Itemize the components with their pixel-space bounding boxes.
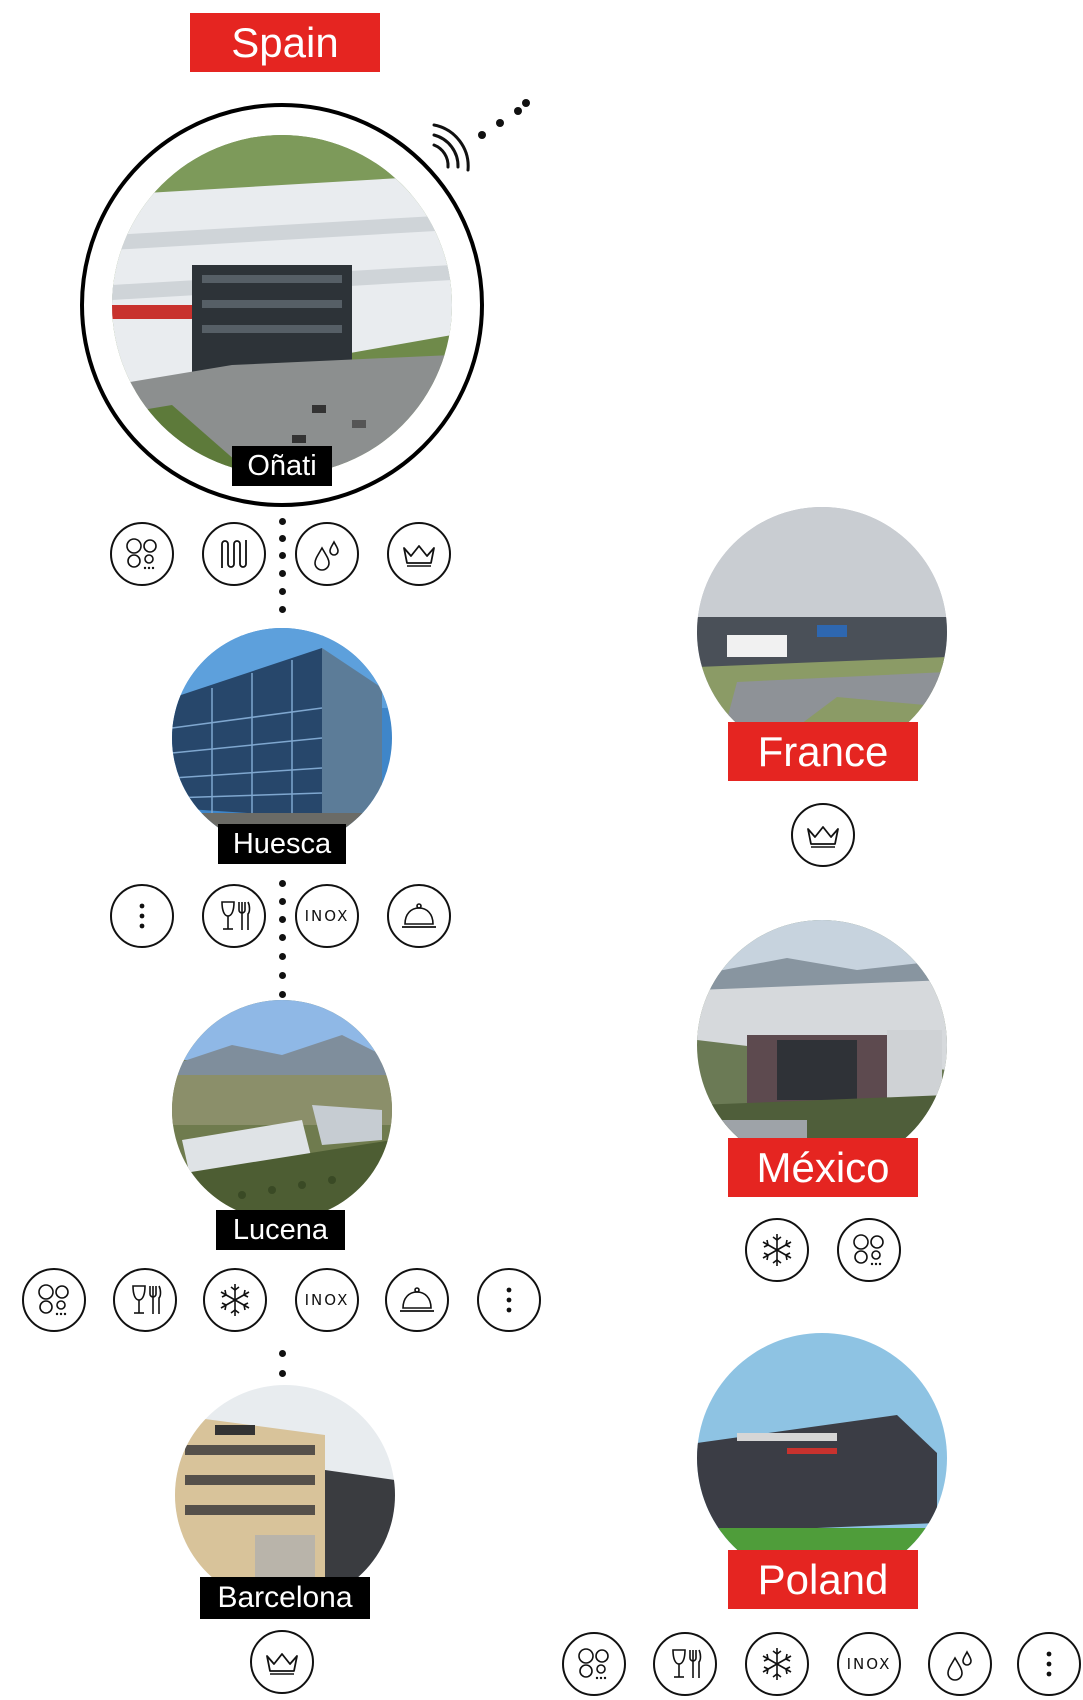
connector-dot — [279, 535, 286, 542]
crown-icon — [791, 803, 855, 867]
glass-cutlery-icon — [202, 884, 266, 948]
connector-dot — [279, 518, 286, 525]
onati-factory-photo — [112, 135, 452, 475]
snowflake-icon — [745, 1218, 809, 1282]
snowflake-icon — [203, 1268, 267, 1332]
inox-label: INOX — [304, 1291, 350, 1309]
crown-icon — [387, 522, 451, 586]
inox-icon: INOX — [837, 1632, 901, 1696]
city-label-lucena: Lucena — [216, 1210, 345, 1250]
connector-dot — [279, 606, 286, 613]
connector-dot — [279, 991, 286, 998]
water-drops-icon — [928, 1632, 992, 1696]
connector-dot — [279, 898, 286, 905]
crown-icon — [250, 1630, 314, 1694]
huesca-building-photo — [172, 628, 392, 848]
country-label-france: France — [728, 722, 918, 781]
cloche-icon — [385, 1268, 449, 1332]
connector-dot — [279, 570, 286, 577]
connector-dot — [279, 1350, 286, 1357]
country-label-spain: Spain — [190, 13, 380, 72]
connector-dot — [279, 934, 286, 941]
connector-dot — [279, 972, 286, 979]
connector-dot — [279, 1370, 286, 1377]
poland-factory-photo — [697, 1333, 947, 1583]
water-drops-icon — [295, 522, 359, 586]
glass-cutlery-icon — [113, 1268, 177, 1332]
more-options-icon[interactable] — [110, 884, 174, 948]
inox-icon: INOX — [295, 1268, 359, 1332]
heating-element-icon — [202, 522, 266, 586]
more-options-icon[interactable] — [1017, 1632, 1081, 1696]
cooking-rings-icon — [562, 1632, 626, 1696]
country-label-poland: Poland — [728, 1550, 918, 1609]
inox-icon: INOX — [295, 884, 359, 948]
mexico-factory-photo — [697, 920, 947, 1170]
more-options-icon[interactable] — [477, 1268, 541, 1332]
inox-label: INOX — [304, 907, 350, 925]
cooking-rings-icon — [22, 1268, 86, 1332]
glass-cutlery-icon — [653, 1632, 717, 1696]
snowflake-icon — [745, 1632, 809, 1696]
city-label-barcelona: Barcelona — [200, 1577, 370, 1619]
country-label-mexico: México — [728, 1138, 918, 1197]
city-label-huesca: Huesca — [218, 824, 346, 864]
lucena-factory-photo — [172, 1000, 392, 1220]
inox-label: INOX — [846, 1655, 892, 1673]
connector-dot — [279, 916, 286, 923]
connector-dot — [279, 953, 286, 960]
cooking-rings-icon — [110, 522, 174, 586]
connector-dot — [279, 552, 286, 559]
barcelona-building-photo — [175, 1385, 395, 1605]
connector-dot — [279, 880, 286, 887]
cloche-icon — [387, 884, 451, 948]
cooking-rings-icon — [837, 1218, 901, 1282]
france-factory-photo — [697, 507, 947, 757]
city-label-onati: Oñati — [232, 446, 332, 486]
connector-dot — [279, 588, 286, 595]
